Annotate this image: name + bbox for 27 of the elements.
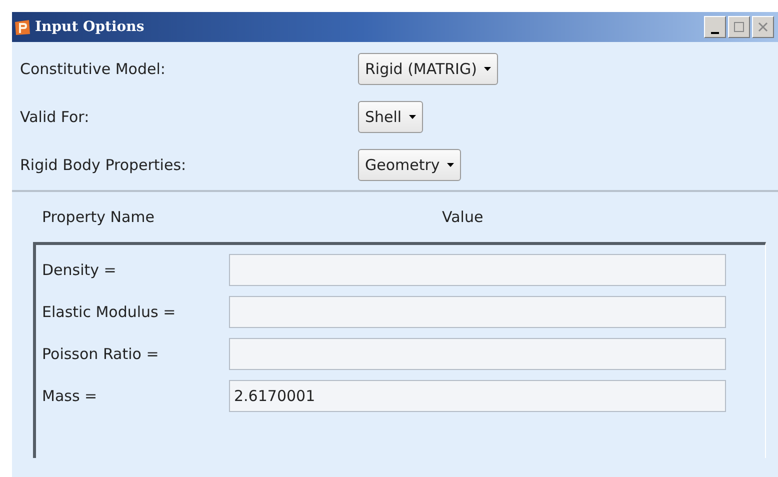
property-label: Mass =: [42, 387, 98, 405]
option-label: Constitutive Model:: [20, 60, 166, 78]
caret-icon: [446, 163, 454, 167]
dropdown[interactable]: Geometry: [358, 149, 461, 181]
close-icon: [757, 21, 769, 33]
caret-icon: [408, 115, 416, 119]
column-header: Value: [442, 208, 484, 228]
option-label: Rigid Body Properties:: [20, 156, 188, 174]
minimize-icon: [711, 32, 719, 34]
caret-icon: [484, 67, 491, 71]
option-label: Valid For:: [20, 108, 90, 126]
value-field[interactable]: 2.6170001: [229, 380, 726, 412]
maximize-button[interactable]: [728, 16, 750, 38]
property-label: Density =: [42, 261, 118, 279]
dropdown[interactable]: Rigid (MATRIG): [358, 53, 498, 85]
app-logo-icon: [14, 18, 31, 36]
property-label: Elastic Modulus =: [42, 303, 177, 321]
maximize-icon: [733, 21, 745, 33]
dropdown[interactable]: Shell: [358, 101, 423, 133]
minimize-button[interactable]: [704, 16, 726, 38]
column-header: Property Name: [42, 208, 156, 228]
value-field[interactable]: [229, 338, 726, 370]
property-label: Poisson Ratio =: [42, 345, 160, 363]
close-button[interactable]: [752, 16, 774, 38]
value-field[interactable]: [229, 296, 726, 328]
value-field[interactable]: [229, 254, 726, 286]
window-title: Input Options: [35, 19, 144, 35]
